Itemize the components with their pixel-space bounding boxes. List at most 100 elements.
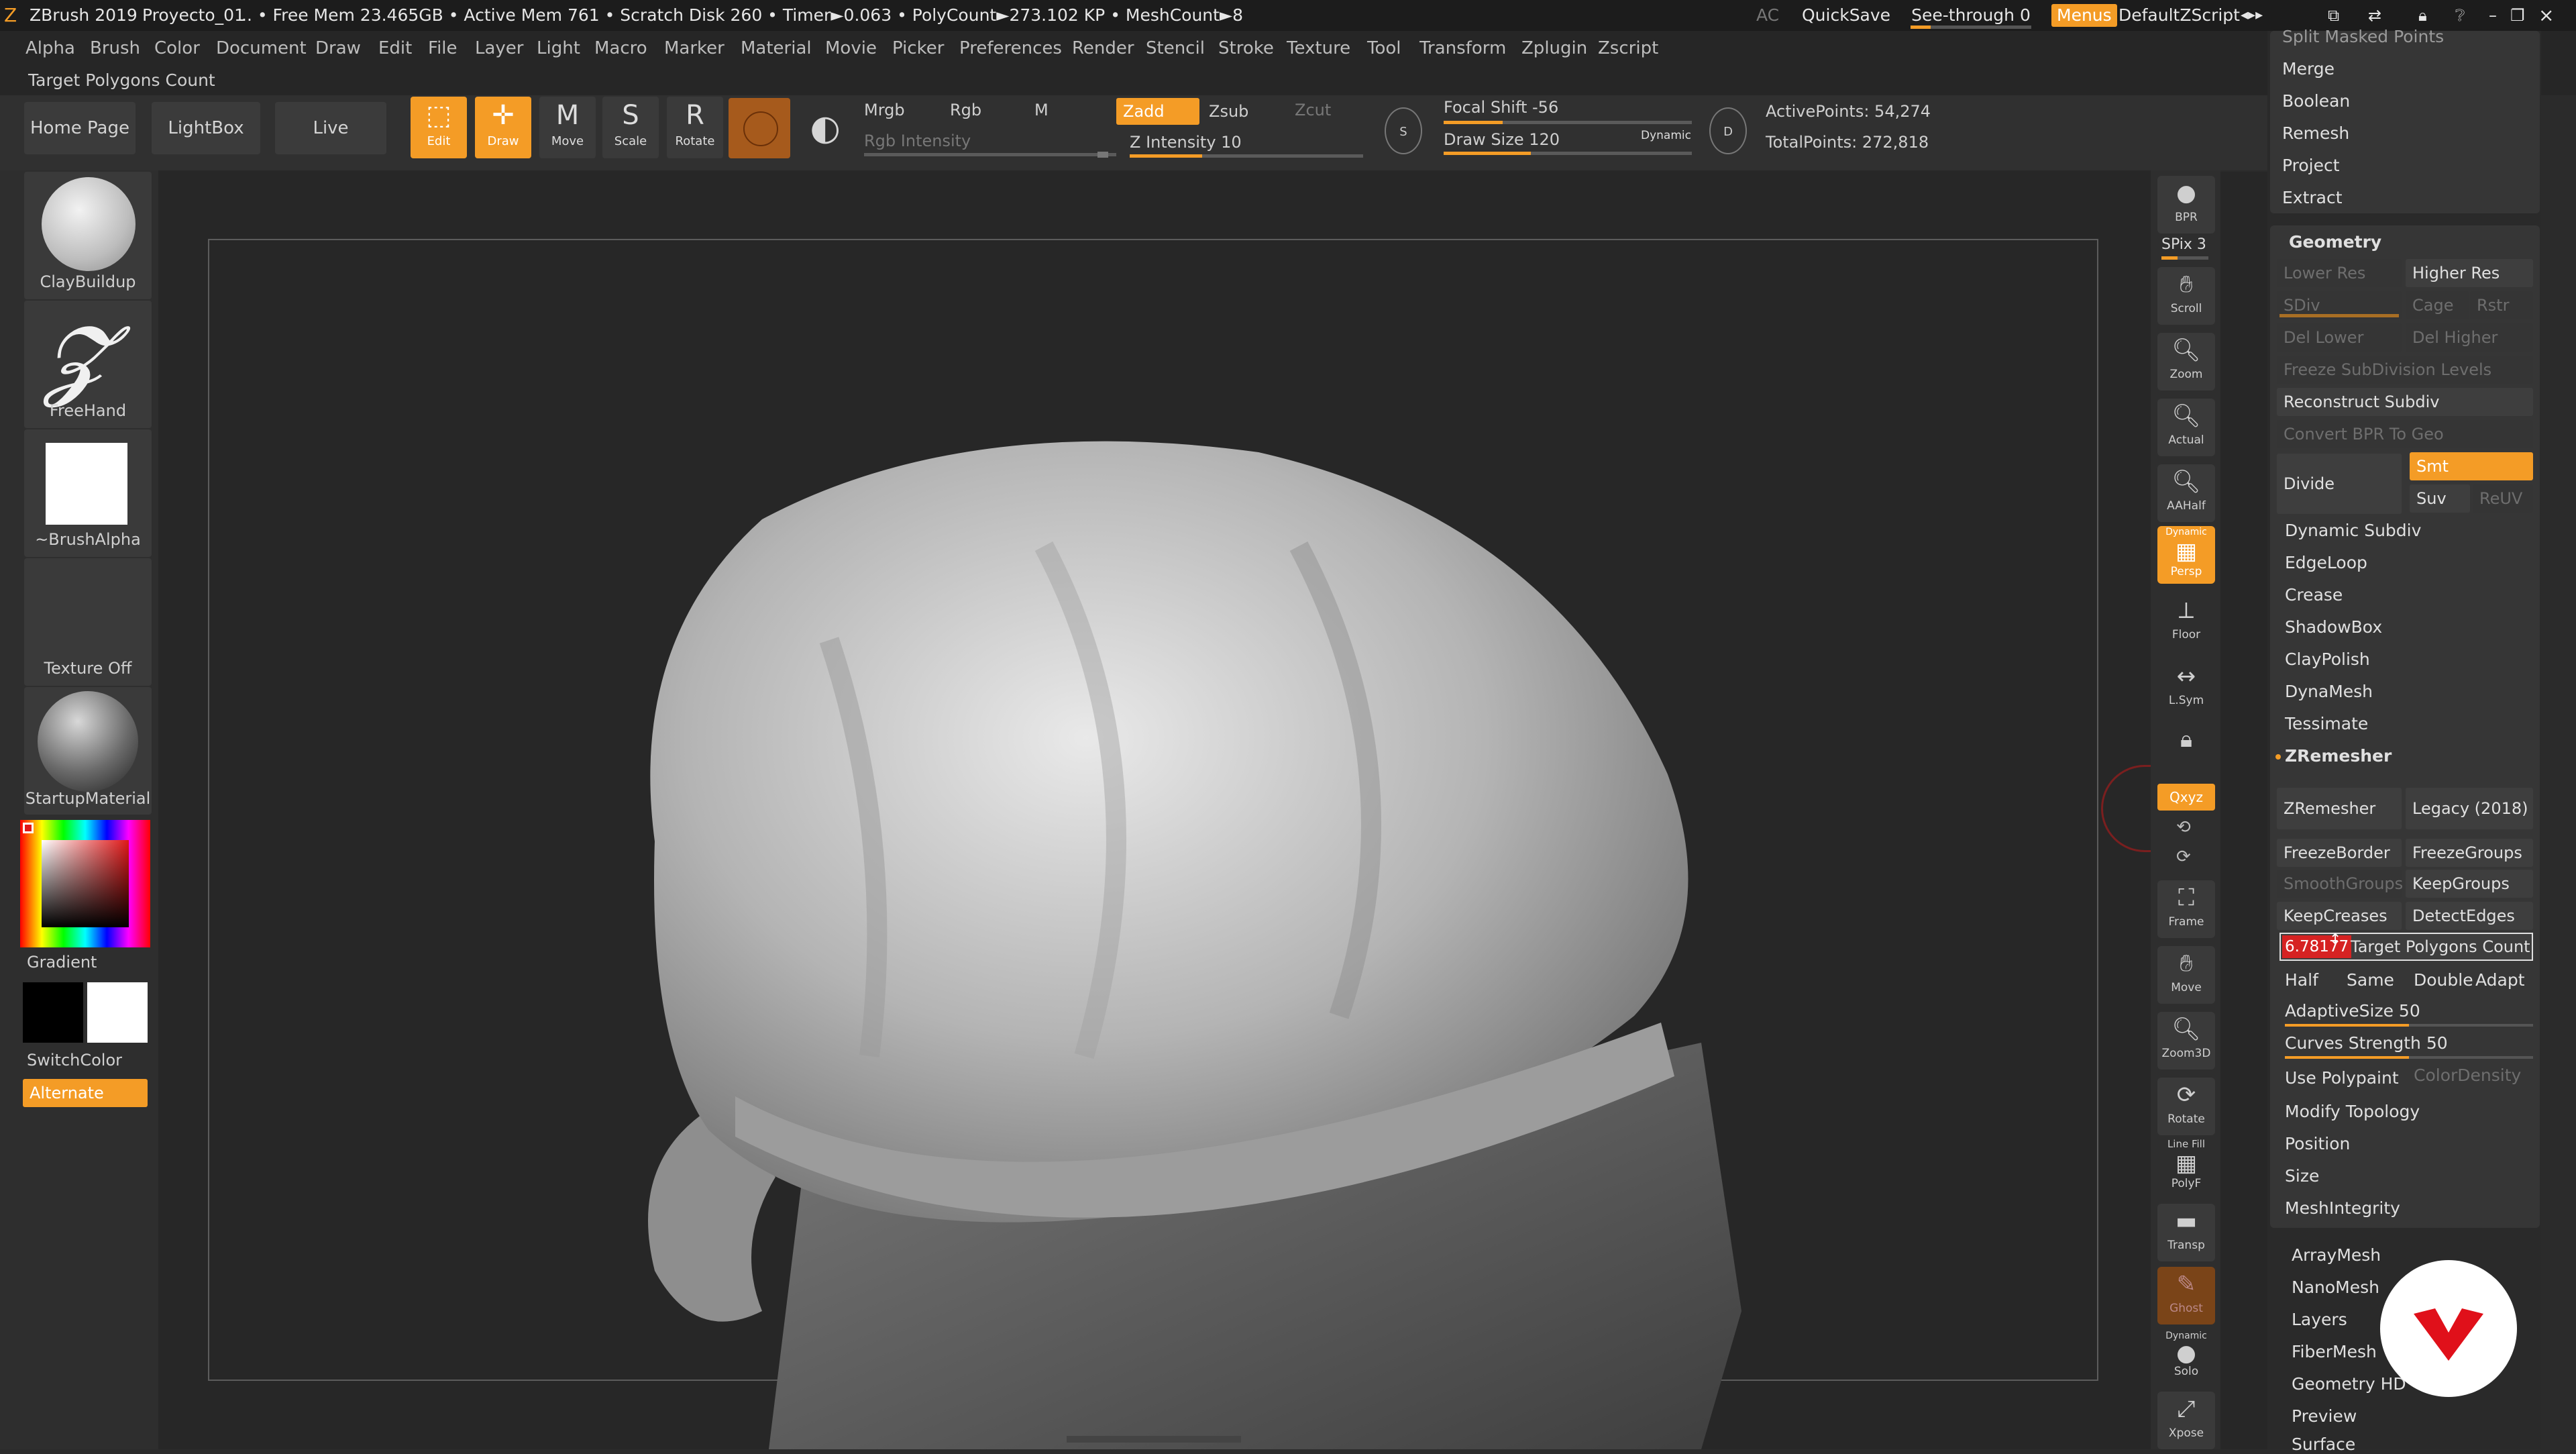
zcut-button[interactable]: Zcut bbox=[1295, 101, 1331, 119]
fibermesh-button[interactable]: FiberMesh bbox=[2292, 1342, 2377, 1361]
freezegroups-button[interactable]: FreezeGroups bbox=[2406, 839, 2533, 867]
menu-tool[interactable]: Tool bbox=[1367, 31, 1401, 66]
menu-file[interactable]: File bbox=[428, 31, 458, 66]
shadowbox-button[interactable]: ShadowBox bbox=[2285, 617, 2382, 637]
freeze-subdiv-button[interactable]: Freeze SubDivision Levels bbox=[2277, 356, 2533, 384]
m-button[interactable]: M bbox=[1034, 101, 1049, 119]
menu-stencil[interactable]: Stencil bbox=[1146, 31, 1205, 66]
dynamesh-button[interactable]: DynaMesh bbox=[2285, 682, 2373, 701]
menu-draw[interactable]: Draw bbox=[315, 31, 361, 66]
tessimate-button[interactable]: Tessimate bbox=[2285, 714, 2368, 733]
same-button[interactable]: Same bbox=[2347, 970, 2394, 990]
gradient-label[interactable]: Gradient bbox=[27, 953, 97, 972]
floor-button[interactable]: ⟂ Floor bbox=[2157, 593, 2215, 651]
dynamic-toggle[interactable]: Dynamic bbox=[1641, 129, 1691, 142]
switchcolor-button[interactable]: SwitchColor bbox=[27, 1051, 122, 1070]
menu-edit[interactable]: Edit bbox=[378, 31, 412, 66]
convert-bpr-button[interactable]: Convert BPR To Geo bbox=[2277, 420, 2533, 448]
position-button[interactable]: Position bbox=[2285, 1134, 2350, 1153]
default-zscript-button[interactable]: DefaultZScript bbox=[2118, 0, 2240, 31]
preview-button[interactable]: Preview bbox=[2292, 1406, 2357, 1426]
menu-marker[interactable]: Marker bbox=[664, 31, 724, 66]
menu-zplugin[interactable]: Zplugin bbox=[1521, 31, 1587, 66]
scale-button[interactable]: S Scale bbox=[602, 97, 659, 158]
adapt-button[interactable]: Adapt bbox=[2475, 970, 2525, 990]
z-intensity-slider[interactable]: Z Intensity 10 bbox=[1130, 133, 1242, 152]
menu-preferences[interactable]: Preferences bbox=[959, 31, 1062, 66]
freezeborder-button[interactable]: FreezeBorder bbox=[2277, 839, 2402, 867]
live-boolean-button[interactable]: Live Boolean bbox=[275, 102, 386, 191]
secondary-color-swatch[interactable] bbox=[87, 982, 148, 1043]
boolean-button[interactable]: Boolean bbox=[2282, 91, 2350, 111]
detectedges-button[interactable]: DetectEdges bbox=[2406, 902, 2533, 930]
color-density-slider[interactable]: ColorDensity bbox=[2414, 1066, 2521, 1085]
polyf-button[interactable]: Line Fill ▦ PolyF bbox=[2157, 1138, 2215, 1196]
spix-slider[interactable]: SPix 3 bbox=[2161, 236, 2206, 253]
menu-transform[interactable]: Transform bbox=[1419, 31, 1506, 66]
menu-light[interactable]: Light bbox=[537, 31, 580, 66]
mrgb-button[interactable]: Mrgb bbox=[864, 101, 905, 119]
alternate-button[interactable]: Alternate bbox=[23, 1079, 148, 1107]
quicksave-button[interactable]: QuickSave bbox=[1802, 0, 1890, 31]
lightbox-button[interactable]: LightBox bbox=[152, 102, 260, 154]
layers-button[interactable]: Layers bbox=[2292, 1310, 2347, 1329]
xpose-button[interactable]: ⤢ Xpose bbox=[2157, 1392, 2215, 1449]
solo-button[interactable]: Dynamic ● Solo bbox=[2157, 1330, 2215, 1388]
del-higher-button[interactable]: Del Higher bbox=[2406, 323, 2533, 352]
extract-button[interactable]: Extract bbox=[2282, 188, 2343, 207]
rotate-axis-icon[interactable]: ⟲ bbox=[2176, 817, 2191, 837]
adaptive-size-slider[interactable]: AdaptiveSize 50 bbox=[2285, 1001, 2420, 1021]
menu-picker[interactable]: Picker bbox=[892, 31, 944, 66]
smoothgroups-slider[interactable]: SmoothGroups bbox=[2277, 870, 2403, 898]
stroke-icon[interactable]: S bbox=[1385, 107, 1422, 154]
xyz-button[interactable]: Qxyz bbox=[2157, 784, 2215, 811]
nanomesh-button[interactable]: NanoMesh bbox=[2292, 1278, 2379, 1297]
keepcreases-button[interactable]: KeepCreases bbox=[2277, 902, 2402, 930]
cage-button[interactable]: Cage bbox=[2406, 291, 2469, 319]
rotate-axis2-icon[interactable]: ⟳ bbox=[2176, 847, 2191, 867]
del-lower-button[interactable]: Del Lower bbox=[2277, 323, 2402, 352]
arraymesh-button[interactable]: ArrayMesh bbox=[2292, 1245, 2381, 1265]
zoom3d-button[interactable]: 🔍︎ Zoom3D bbox=[2157, 1012, 2215, 1070]
meshintegrity-button[interactable]: MeshIntegrity bbox=[2285, 1198, 2400, 1218]
split-masked-button[interactable]: Split Masked Points bbox=[2282, 27, 2444, 46]
zoom-button[interactable]: 🔍︎ Zoom bbox=[2157, 333, 2215, 391]
ghost-button[interactable]: ✎ Ghost bbox=[2157, 1267, 2215, 1325]
reconstruct-subdiv-button[interactable]: Reconstruct Subdiv bbox=[2277, 388, 2533, 416]
reuv-toggle[interactable]: ReUV bbox=[2473, 484, 2533, 513]
zremesher-header[interactable]: ZRemesher bbox=[2285, 746, 2392, 766]
menu-stroke[interactable]: Stroke bbox=[1218, 31, 1274, 66]
ac-label[interactable]: AC bbox=[1756, 0, 1779, 31]
draw-size-slider[interactable]: Draw Size 120 bbox=[1444, 130, 1560, 149]
color-swatch-icon[interactable]: ◐ bbox=[801, 99, 849, 157]
menu-document[interactable]: Document bbox=[216, 31, 307, 66]
modify-topology-button[interactable]: Modify Topology bbox=[2285, 1102, 2420, 1121]
bottom-scroll-handle[interactable] bbox=[1067, 1436, 1241, 1443]
rstr-button[interactable]: Rstr bbox=[2470, 291, 2533, 319]
menu-macro[interactable]: Macro bbox=[594, 31, 647, 66]
actual-button[interactable]: 🔍︎ Actual bbox=[2157, 399, 2215, 456]
menu-material[interactable]: Material bbox=[741, 31, 812, 66]
layout-arrows-icon[interactable]: ◂▸▸ bbox=[2241, 0, 2263, 31]
shelf-rotate-button[interactable]: ⟳ Rotate bbox=[2157, 1078, 2215, 1135]
menu-texture[interactable]: Texture bbox=[1287, 31, 1350, 66]
use-polypaint-button[interactable]: Use Polypaint bbox=[2285, 1068, 2399, 1088]
menu-layer[interactable]: Layer bbox=[475, 31, 524, 66]
close-icon[interactable]: × bbox=[2538, 0, 2554, 31]
divide-button[interactable]: Divide bbox=[2277, 454, 2402, 514]
dynamic-subdiv-button[interactable]: Dynamic Subdiv bbox=[2285, 521, 2421, 540]
frame-button[interactable]: ⛶ Frame bbox=[2157, 880, 2215, 938]
zremesher-button[interactable]: ZRemesher bbox=[2277, 788, 2402, 829]
edgeloop-button[interactable]: EdgeLoop bbox=[2285, 553, 2367, 572]
lsym-button[interactable]: ↔ L.Sym bbox=[2157, 659, 2215, 717]
keepgroups-button[interactable]: KeepGroups bbox=[2406, 870, 2533, 898]
persp-button[interactable]: Dynamic ▦ Persp bbox=[2157, 526, 2215, 584]
geometry-header[interactable]: Geometry bbox=[2289, 232, 2381, 252]
move-button[interactable]: M Move bbox=[539, 97, 596, 158]
menu-alpha[interactable]: Alpha bbox=[25, 31, 75, 66]
shelf-move-button[interactable]: ✋︎ Move bbox=[2157, 946, 2215, 1004]
menu-movie[interactable]: Movie bbox=[825, 31, 877, 66]
edit-button[interactable]: ⬚ Edit bbox=[411, 97, 467, 158]
merge-button[interactable]: Merge bbox=[2282, 59, 2334, 79]
higher-res-button[interactable]: Higher Res bbox=[2406, 259, 2533, 287]
